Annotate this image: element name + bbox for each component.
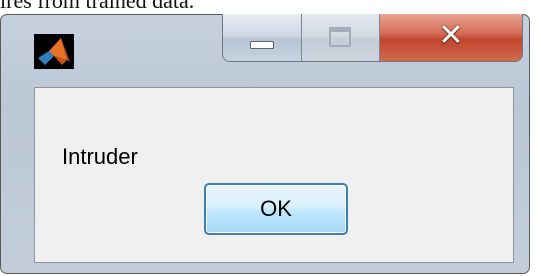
dialog-content-area: Intruder OK [34,87,514,263]
matlab-logo-icon [34,34,74,69]
close-icon: ✕ [438,18,464,53]
message-dialog-window: ✕ Intruder OK [0,14,530,274]
title-bar[interactable]: ✕ [1,14,529,75]
close-button[interactable]: ✕ [380,14,522,61]
maximize-button[interactable] [302,14,380,61]
dialog-message: Intruder [62,144,138,169]
minimize-button[interactable] [223,14,302,61]
minimize-icon [250,41,274,49]
maximize-icon [329,27,351,47]
caption-buttons: ✕ [222,14,523,62]
ok-button[interactable]: OK [204,183,348,235]
